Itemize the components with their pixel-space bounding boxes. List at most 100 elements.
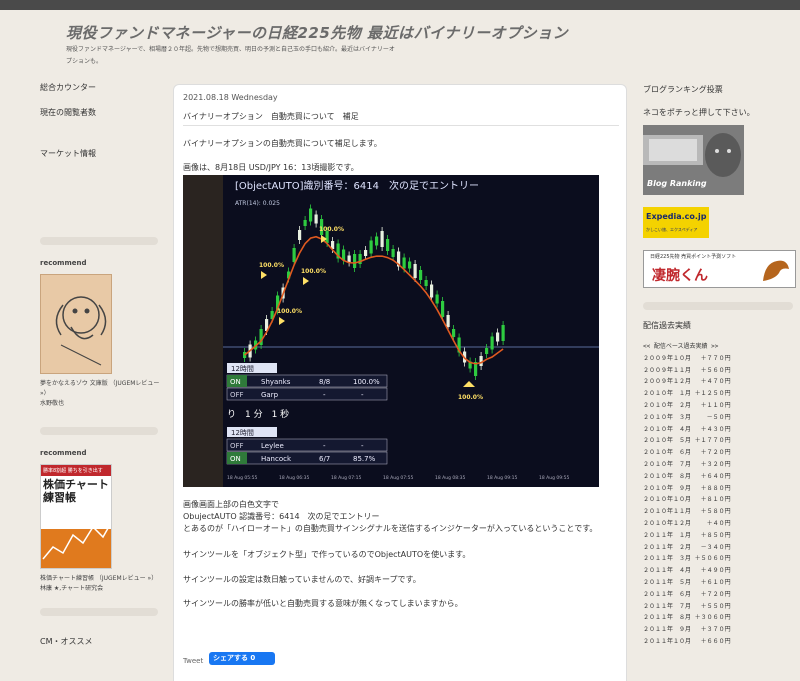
book-cover-chart[interactable]: 勝率8割超 勝ちを引き出す 株価チャート練習帳 (40, 464, 112, 569)
record-row: ２０１１年 ８月 ＋３０６０円 (643, 614, 731, 622)
banner-main-text: 凄腕くん (652, 268, 708, 284)
table2-r2-count: 6/7 (319, 455, 330, 463)
post-paragraph-3a: 画像画面上部の白色文字で (183, 500, 279, 509)
pct-label: 100.0% (259, 262, 284, 269)
record-row: ２０１０年 ４月 ＋４３０円 (643, 425, 731, 433)
sugoude-kun-banner[interactable]: 日経225先物 売買ポイント予測ソフト 凄腕くん (643, 250, 796, 288)
trading-chart-image: [ObjectAUTO]識別番号：6414 次の足でエントリー ATR(14):… (183, 175, 599, 487)
record-row: ２００９年１２月 ＋４７０円 (643, 378, 731, 386)
facebook-share-button[interactable]: シェアする 0 (209, 652, 275, 665)
recommend-heading: recommend (40, 259, 87, 267)
table1-time: 12時間 (231, 365, 254, 373)
book2-title[interactable]: 株価チャート練習帳 （JUGEMレビュー »） (40, 574, 160, 584)
post-paragraph-6: サインツールの勝率が低いと自動売買する意味が無くなってしまいますから。 (183, 599, 463, 608)
tweet-link[interactable]: Tweet (183, 657, 203, 665)
post-paragraph-3c: とあるのが「ハイローオート」の自動売買サインシグナルを送信するインジケーターが入… (183, 524, 598, 533)
pct-label: 100.0% (319, 226, 344, 233)
chart-photo: [ObjectAUTO]識別番号：6414 次の足でエントリー ATR(14):… (183, 175, 599, 487)
banner-top-text: 日経225先物 売買ポイント予測ソフト (650, 254, 737, 260)
table1-r1-rate: 100.0% (353, 378, 380, 386)
expedia-tagline: かしこい旅、エクスペディア (646, 227, 698, 232)
ranking-heading: ブログランキング投票 (643, 85, 723, 94)
market-heading: マーケット情報 (40, 149, 96, 158)
table1-r1-count: 8/8 (319, 378, 330, 386)
post-paragraph-2: 画像は、8月18日 USD/JPY 16：13頃撮影です。 (183, 163, 359, 172)
divider (40, 237, 158, 245)
record-heading: 配信過去実績 (643, 321, 691, 330)
table2-r2-state: ON (230, 455, 241, 463)
book1-title[interactable]: 夢をかなえるゾウ 文庫版 （JUGEMレビュー »） (40, 379, 160, 399)
record-row: ２００９年１１月 ＋５６０円 (643, 366, 731, 374)
expedia-banner[interactable]: Expedia.co.jp かしこい旅、エクスペディア (643, 207, 709, 238)
table2-r2-name: Hancock (261, 455, 292, 463)
muscle-arm-icon (763, 260, 789, 281)
table1-r1-state: ON (230, 378, 241, 386)
divider (40, 427, 158, 435)
record-row: ２０１０年 ７月 ＋３２０円 (643, 460, 731, 468)
photo-caption: り 1 分 1 秒 (227, 408, 289, 420)
post-paragraph-4: サインツールを「オブジェクト型」で作っているのでObjectAUTOを使います。 (183, 550, 471, 559)
blog-ranking-banner[interactable]: Blog Ranking (643, 125, 744, 195)
time-tick: 18 Aug 08:35 (435, 475, 465, 481)
pct-label: 100.0% (301, 268, 326, 275)
post-title[interactable]: バイナリーオプション 自動売買について 補足 (183, 111, 359, 122)
record-row: ２０１１年 ６月 ＋７２０円 (643, 590, 731, 598)
record-row: ２０１１年 ２月 －３４０円 (643, 543, 731, 551)
book1-author: 水野敬也 (40, 400, 65, 407)
record-row: ２０１０年 ５月 ＋１７７０円 (643, 437, 731, 445)
record-row: ２０１１年 ４月 ＋４９０円 (643, 567, 731, 575)
record-row: ２０１０年 ８月 ＋６４０円 (643, 472, 731, 480)
time-tick: 18 Aug 07:15 (331, 475, 361, 481)
post-date: 2021.08.18 Wednesday (183, 93, 278, 102)
post-card: 2021.08.18 Wednesday バイナリーオプション 自動売買について… (173, 84, 627, 681)
record-row: ２０１１年１０月 ＋６６０円 (643, 637, 731, 645)
post-paragraph-5: サインツールの設定は数日触っていませんので、好調キープです。 (183, 575, 421, 584)
record-row: ２０１０年１１月 ＋５８０円 (643, 508, 731, 516)
right-sidebar: ブログランキング投票 ネコをポチっと押して下さい。 Blog Ranking E… (643, 84, 796, 648)
photo-header-text: [ObjectAUTO]識別番号：6414 次の足でエントリー (235, 179, 479, 192)
photo-atr-text: ATR(14): 0.025 (235, 200, 280, 207)
post-paragraph-1: バイナリーオプションの自動売買について補足します。 (183, 139, 382, 148)
table2-time: 12時間 (231, 429, 254, 437)
divider (643, 302, 793, 310)
record-row: ２００９年１０月 ＋７７０円 (643, 354, 731, 362)
ranking-subtext: ネコをポチっと押して下さい。 (643, 108, 755, 117)
record-list: ２００９年１０月 ＋７７０円 ２００９年１１月 ＋５６０円 ２００９年１２月 ＋４７… (643, 353, 793, 648)
top-bar (0, 0, 800, 10)
record-row: ２０１０年 ２月 ＋１１０円 (643, 401, 731, 409)
record-row: ２０１１年 ５月 ＋６１０円 (643, 578, 731, 586)
book2-cover-title: 株価チャート練習帳 (43, 478, 109, 504)
left-sidebar: 総合カウンター 現在の閲覧者数 マーケット情報 recommend 夢をかなえる… (40, 82, 160, 647)
table2-r1-state: OFF (230, 442, 244, 450)
record-row: ２０１０年 ９月 ＋８８０円 (643, 484, 731, 492)
table2-r2-rate: 85.7% (353, 455, 376, 463)
pct-label: 100.0% (458, 394, 483, 401)
table1-r1-name: Shyanks (261, 378, 291, 386)
expedia-logo-text: Expedia.co.jp (646, 212, 707, 221)
book-cover-yume[interactable] (40, 274, 112, 374)
record-row: ２０１１年 ３月 ＋５０６０円 (643, 555, 731, 563)
table1-r2-state: OFF (230, 391, 244, 399)
record-row: ２０１０年 ６月 ＋７２０円 (643, 449, 731, 457)
post-paragraph-3b: ObujectAUTO 認識番号：6414 次の足でエントリー (183, 512, 380, 521)
viewers-heading: 現在の閲覧者数 (40, 108, 96, 117)
site-title[interactable]: 現役ファンドマネージャーの日経225先物 最近はバイナリーオプション (66, 22, 568, 43)
site-description: 現役ファンドマネージャーで、相場暦２０年超。先物で想期売買、明日の予測と自己玉の… (66, 46, 395, 65)
title-separator (183, 125, 619, 126)
record-row: ２０１１年 ９月 ＋３７０円 (643, 626, 731, 634)
record-row: ２０１０年１２月 ＋４０円 (643, 519, 731, 527)
book2-cover-line: 勝率8割超 勝ちを引き出す (41, 465, 111, 476)
divider (40, 608, 158, 616)
elephant-illustration-icon (55, 296, 107, 366)
record-row: ２０１０年 ３月 －５０円 (643, 413, 731, 421)
record-row: ２０１０年１０月 ＋８１０円 (643, 496, 731, 504)
record-title: << 配信ベース過去実績 >> (643, 343, 719, 350)
book2-author: 林康 ★,チャート研究会 (40, 585, 104, 592)
time-tick: 18 Aug 05:55 (227, 475, 257, 481)
record-row: ２０１０年 １月 ＋１２５０円 (643, 390, 731, 398)
time-tick: 18 Aug 07:55 (383, 475, 413, 481)
table2-r1-name: Leylee (261, 442, 284, 450)
record-row: ２０１１年 １月 ＋８５０円 (643, 531, 731, 539)
time-tick: 18 Aug 09:55 (539, 475, 569, 481)
pct-label: 100.0% (277, 308, 302, 315)
